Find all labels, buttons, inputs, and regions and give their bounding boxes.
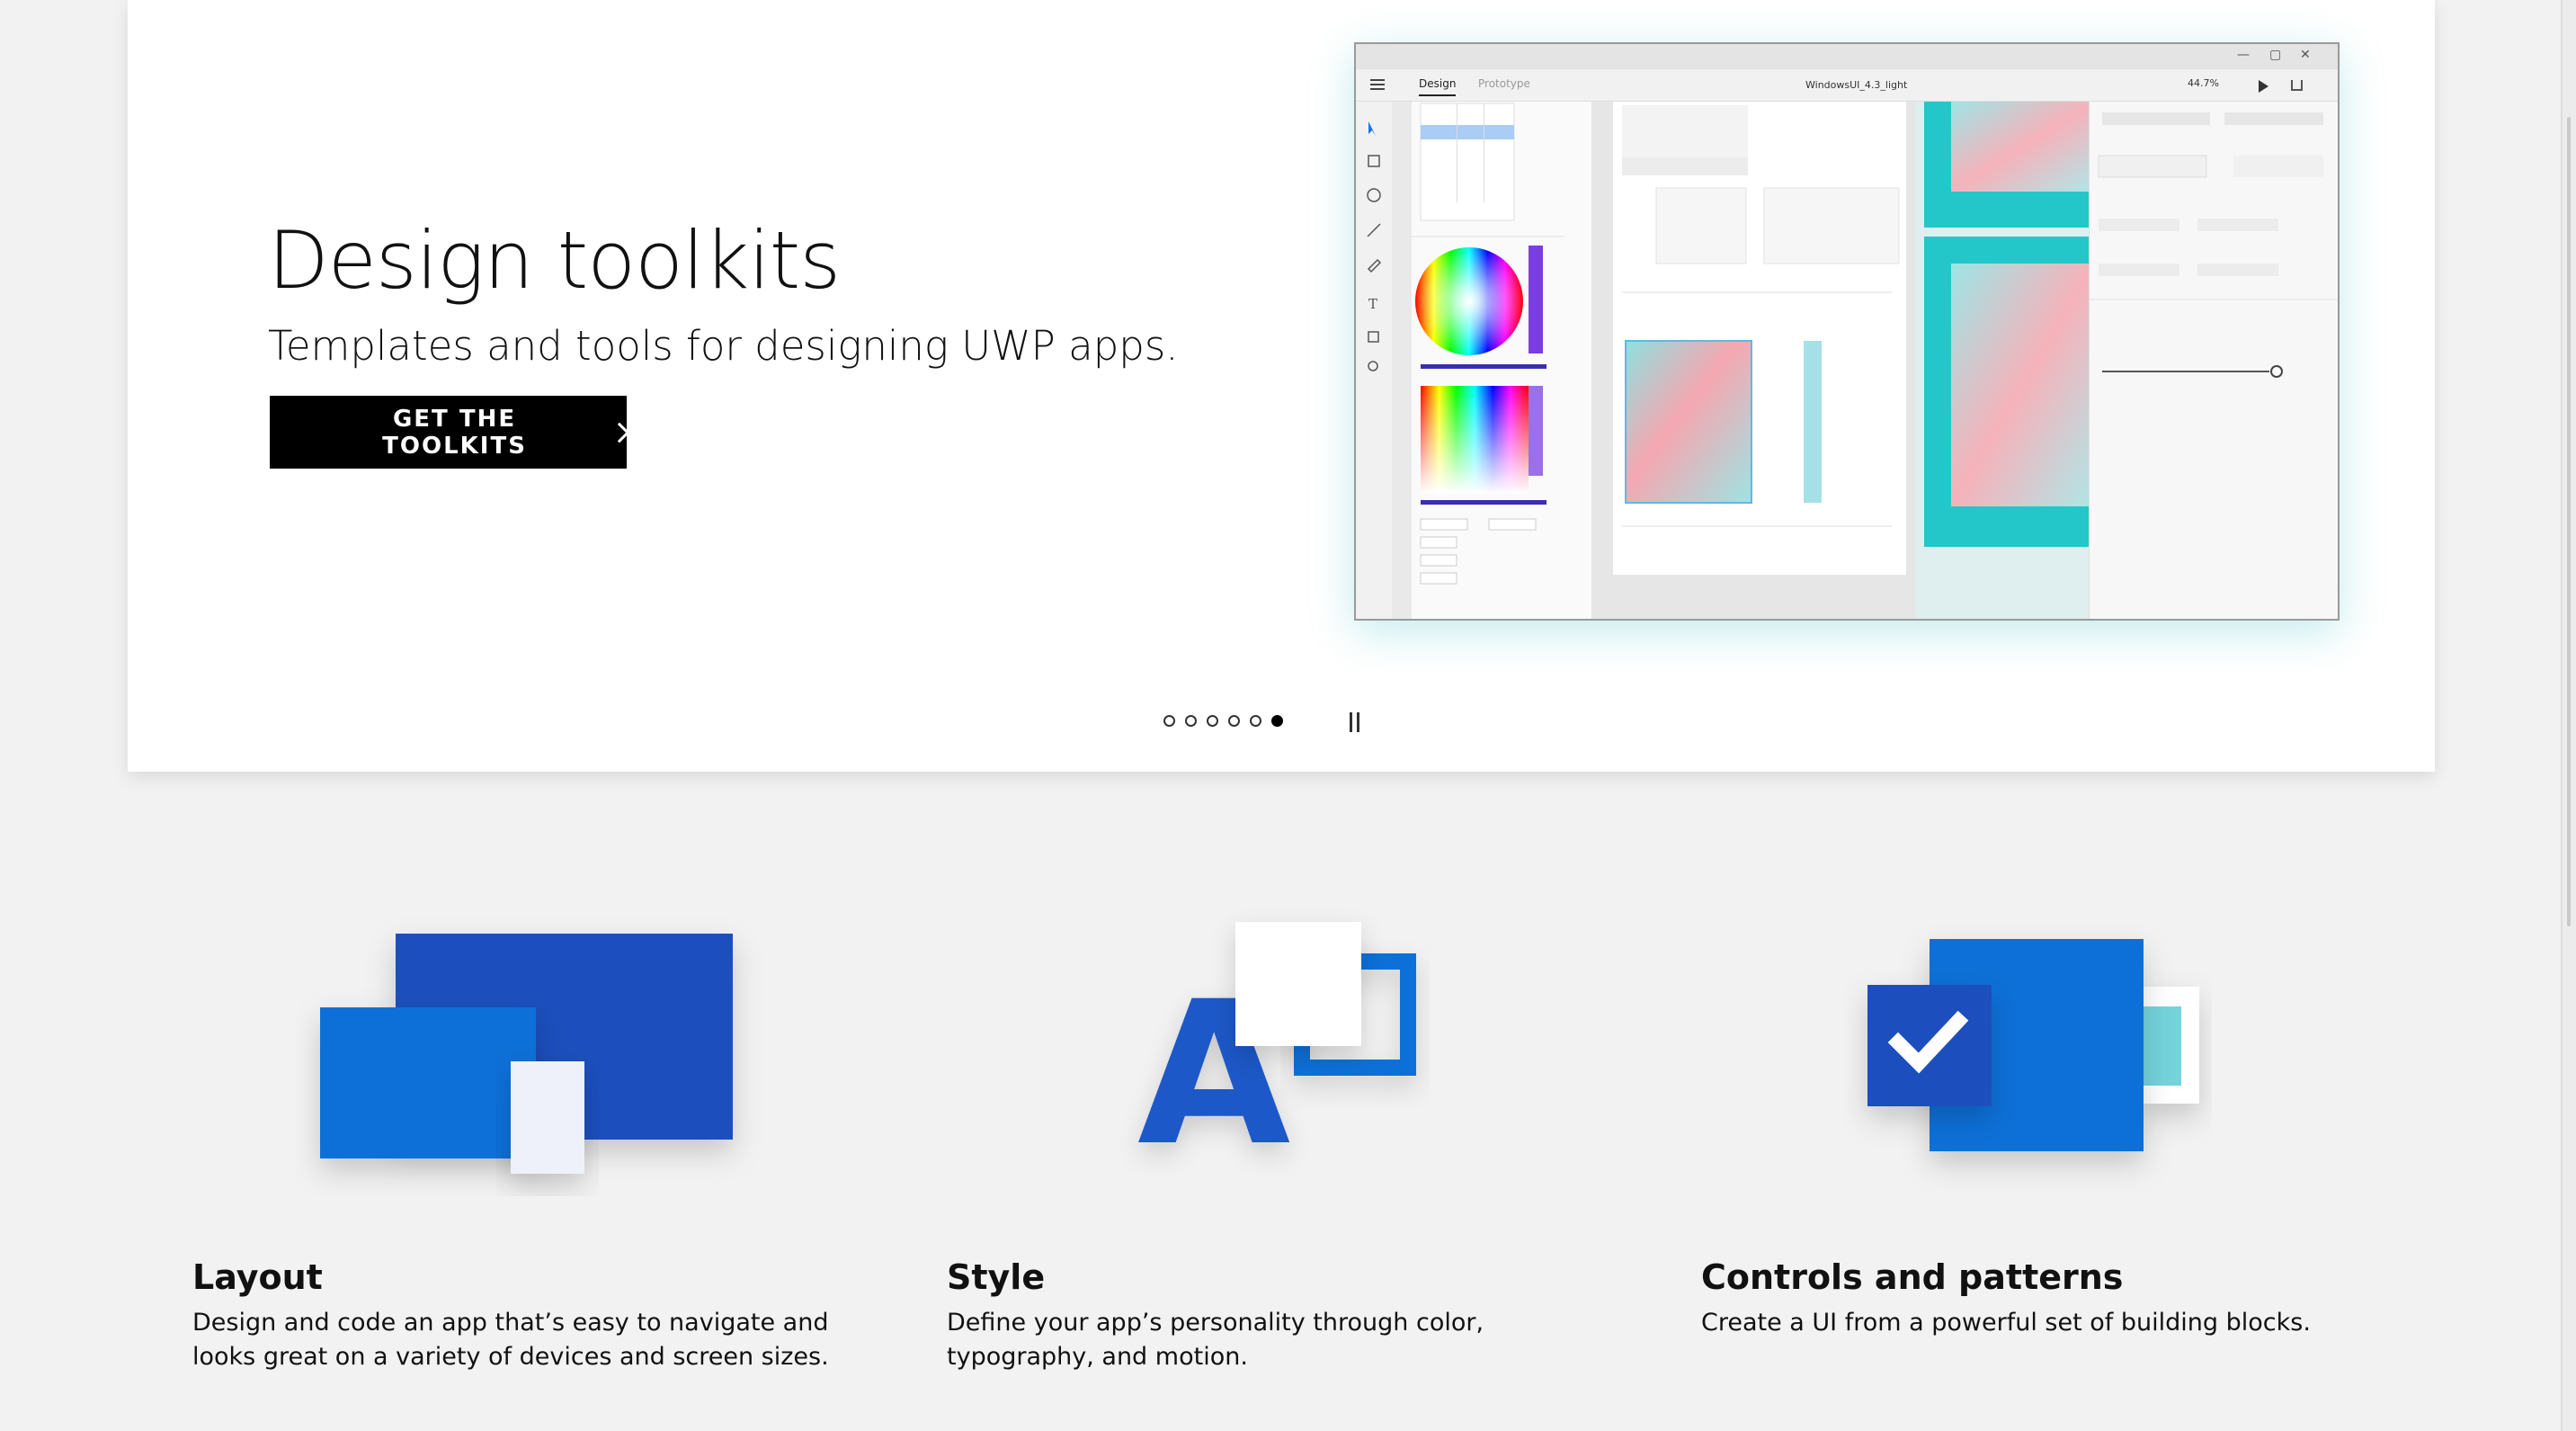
close-icon: ✕ — [2300, 48, 2311, 62]
maximize-icon: ▢ — [2269, 48, 2282, 62]
mockup-toolbar: T — [1356, 102, 1392, 619]
carousel-dot-5[interactable] — [1250, 715, 1261, 727]
mockup-tool-icons: T — [1367, 121, 1382, 371]
mockup-preview-image — [1915, 102, 2095, 619]
mockup-preview-artwork — [1924, 102, 2095, 547]
scrollbar-thumb[interactable] — [2567, 117, 2571, 926]
mockup-color-picker — [1412, 103, 1564, 585]
play-icon — [2259, 80, 2268, 93]
layout-artwork — [320, 934, 733, 1174]
menu-icon — [1370, 79, 1385, 90]
controls-artwork — [1867, 939, 2199, 1151]
carousel-dot-6[interactable] — [1271, 715, 1283, 727]
mockup-canvas — [1591, 102, 2338, 619]
feature-style-desc-line-2: typography, and motion. — [947, 1343, 1248, 1371]
get-toolkits-button[interactable]: GET THE TOOLKITS — [270, 396, 630, 469]
layout-illustration — [297, 908, 764, 1196]
style-illustration: A — [1115, 904, 1493, 1192]
feature-layout-description: Design and code an app that’s easy to na… — [192, 1306, 829, 1374]
controls-illustration — [1843, 913, 2257, 1201]
page-scrollbar[interactable] — [2561, 0, 2576, 1431]
hero-title: Design toolkits — [268, 214, 841, 307]
minimize-icon: — — [2237, 48, 2250, 62]
hero-subtitle: Templates and tools for designing UWP ap… — [268, 322, 1179, 370]
get-toolkits-label: GET THE TOOLKITS — [382, 405, 527, 460]
carousel-dot-1[interactable] — [1163, 715, 1175, 727]
design-app-mockup: — ▢ ✕ Design Prototype WindowsUI_4.3_lig… — [1354, 42, 2340, 621]
feature-layout-title: Layout — [192, 1257, 323, 1297]
carousel-dot-2[interactable] — [1185, 715, 1197, 727]
mockup-properties-panel — [2089, 102, 2338, 619]
mockup-properties-artwork — [2090, 112, 2338, 378]
carousel-indicators — [1163, 715, 1283, 727]
mockup-file-name: WindowsUI_4.3_light — [1805, 79, 1908, 91]
svg-text:T: T — [1368, 296, 1377, 312]
feature-style-title: Style — [947, 1257, 1046, 1297]
feature-controls-description: Create a UI from a powerful set of build… — [1701, 1306, 2311, 1340]
feature-controls-desc-line-1: Create a UI from a powerful set of build… — [1701, 1309, 2311, 1337]
mockup-titlebar: — ▢ ✕ — [1356, 44, 2338, 69]
hero-card: Design toolkits Templates and tools for … — [128, 0, 2435, 772]
feature-layout-desc-line-2: looks great on a variety of devices and … — [192, 1343, 829, 1371]
mockup-zoom-level: 44.7% — [2188, 77, 2219, 89]
style-artwork: A — [1137, 922, 1416, 1189]
mockup-tabbar: Design Prototype WindowsUI_4.3_light 44.… — [1356, 69, 2338, 102]
mockup-tab-prototype: Prototype — [1478, 77, 1530, 90]
carousel-dot-4[interactable] — [1228, 715, 1240, 727]
mockup-tab-design: Design — [1419, 77, 1457, 96]
mockup-navigation-artwork — [1622, 105, 1900, 527]
feature-controls-title: Controls and patterns — [1701, 1257, 2124, 1297]
pause-icon[interactable] — [1341, 709, 1368, 736]
carousel-dot-3[interactable] — [1207, 715, 1218, 727]
share-icon — [2291, 80, 2303, 91]
feature-style-desc-line-1: Define your app’s personality through co… — [947, 1309, 1484, 1337]
feature-style-description: Define your app’s personality through co… — [947, 1306, 1484, 1374]
feature-layout-desc-line-1: Design and code an app that’s easy to na… — [192, 1309, 829, 1337]
mockup-color-panel — [1412, 102, 1591, 619]
mockup-artboard-navigation — [1613, 102, 1906, 575]
chevron-right-icon — [609, 422, 630, 443]
